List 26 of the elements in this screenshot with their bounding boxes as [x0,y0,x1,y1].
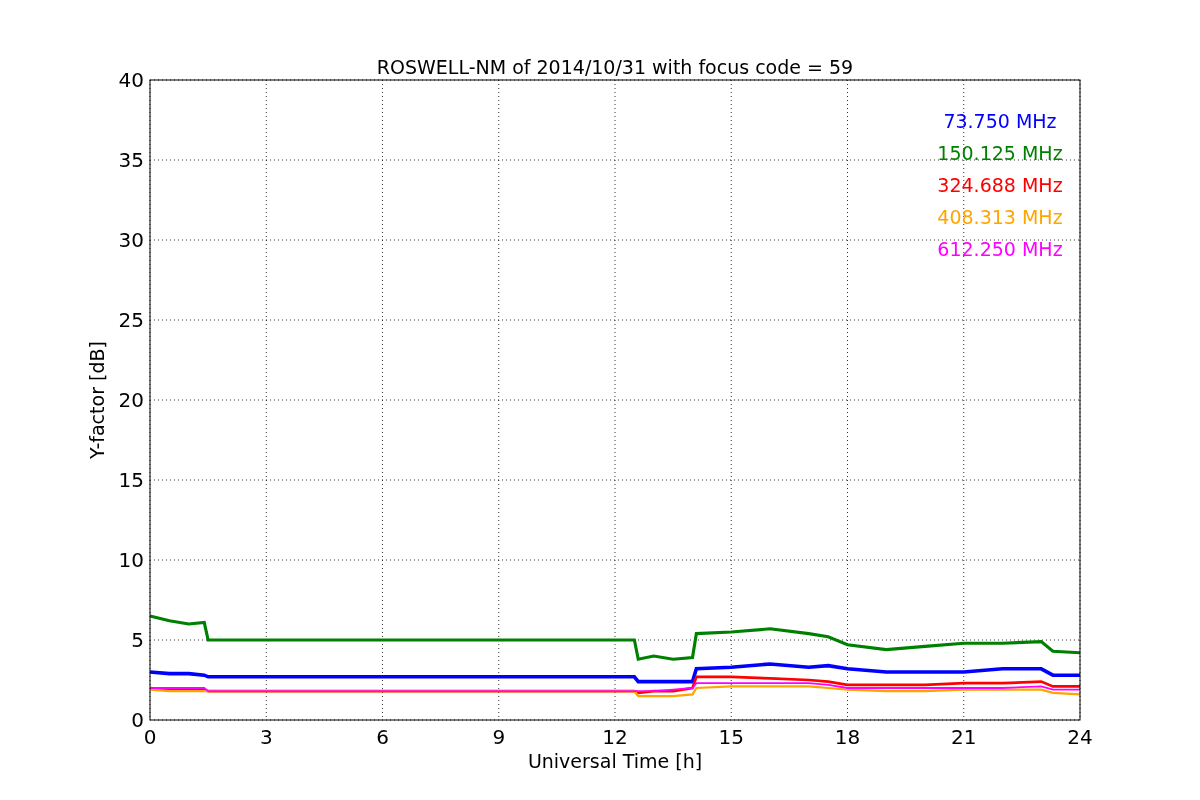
x-tick-label: 3 [259,725,273,749]
y-tick-label: 15 [118,468,144,492]
x-axis-label: Universal Time [h] [527,750,703,772]
legend-label: 73.750 MHz [943,110,1057,132]
y-tick-label: 0 [131,708,144,732]
legend-label: 612.250 MHz [937,238,1063,260]
y-tick-label: 40 [118,68,144,92]
y-tick-label: 10 [118,548,144,572]
y-tick-label: 35 [118,148,144,172]
y-tick-label: 25 [118,308,144,332]
y-axis-label: Y-factor [dB] [86,341,108,459]
y-tick-label: 20 [118,388,144,412]
legend-label: 408.313 MHz [937,206,1063,228]
y-tick-label: 5 [131,628,144,652]
chart-title: ROSWELL-NM of 2014/10/31 with focus code = 59 [376,56,854,78]
y-tick-label: 30 [118,228,144,252]
x-tick-label: 18 [834,725,861,749]
legend-label: 324.688 MHz [937,174,1063,196]
x-tick-label: 9 [492,725,506,749]
x-tick-label: 12 [602,725,628,749]
x-tick-label: 24 [1067,725,1093,749]
x-tick-label: 15 [718,725,744,749]
x-tick-label: 6 [376,725,389,749]
legend-label: 150.125 MHz [937,142,1063,164]
x-tick-label: 21 [951,725,977,749]
x-tick-label: 0 [143,725,157,749]
